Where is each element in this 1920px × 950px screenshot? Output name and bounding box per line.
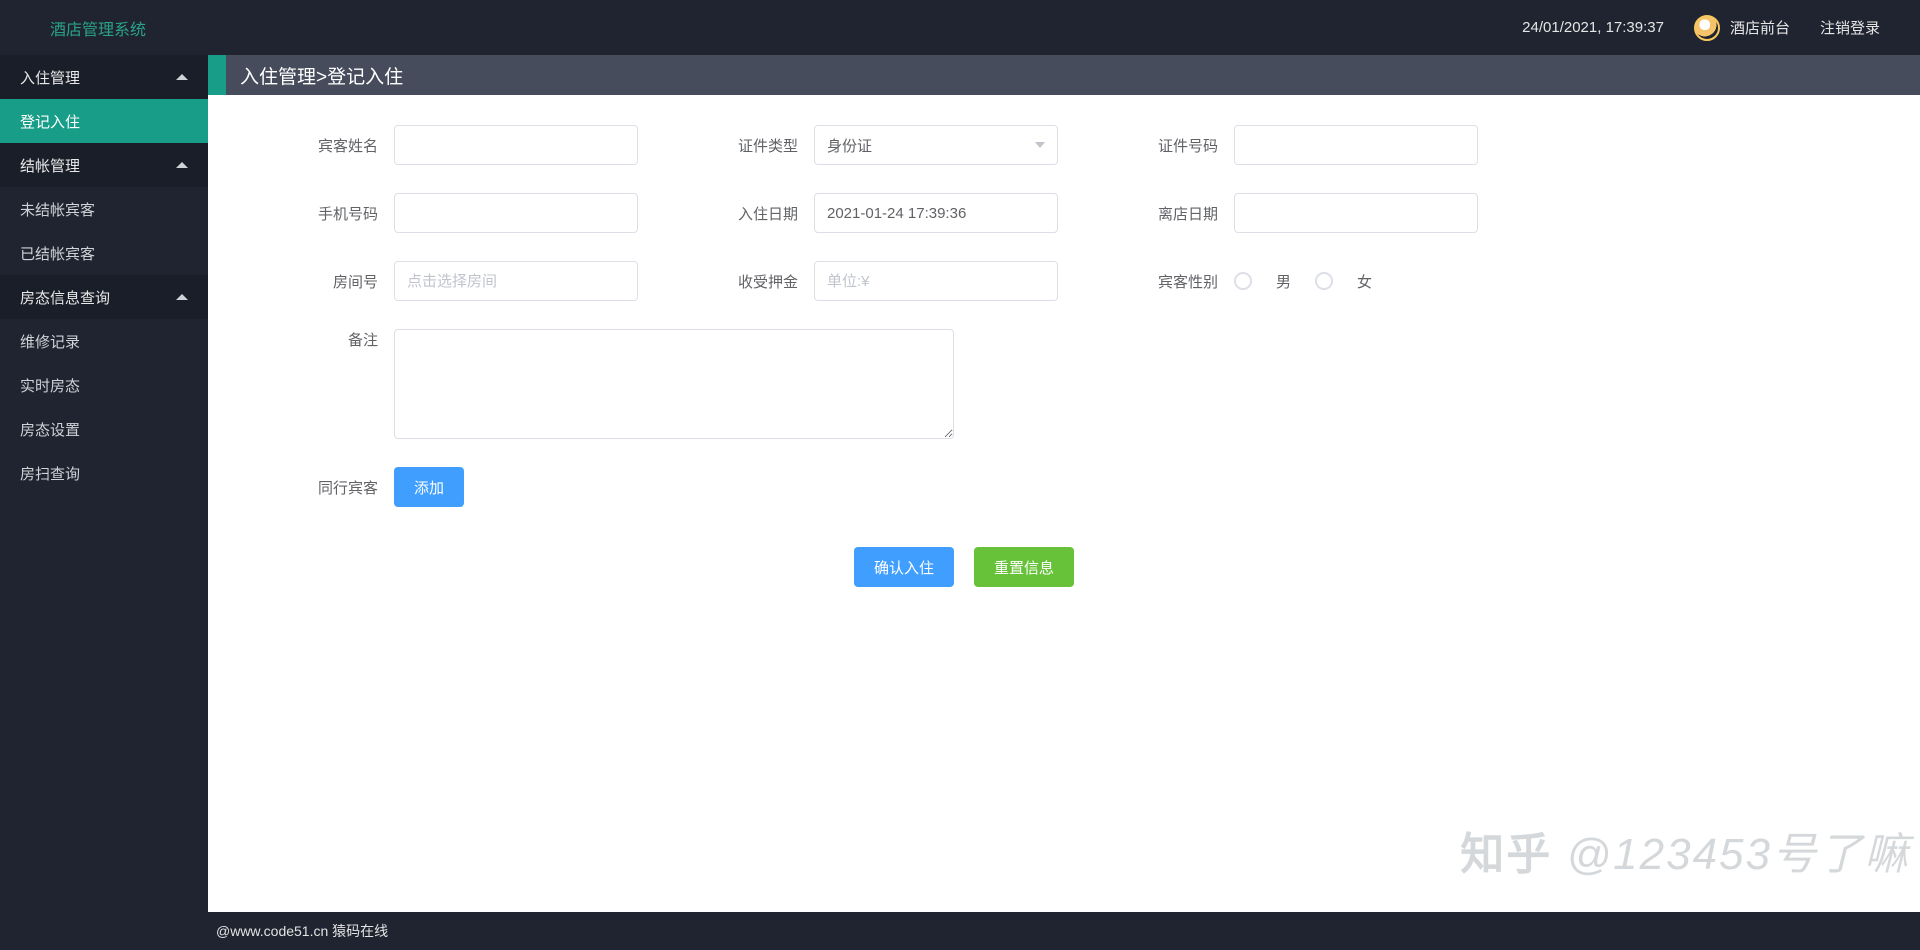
watermark-text: @123453号了嘛: [1552, 830, 1910, 879]
nav-item-status-settings[interactable]: 房态设置: [0, 407, 208, 451]
remark-textarea[interactable]: [394, 329, 954, 439]
user-chip[interactable]: 酒店前台: [1694, 15, 1790, 41]
deposit-input[interactable]: [814, 261, 1058, 301]
id-type-selected: 身份证: [827, 135, 872, 156]
nav-item-cleaning-query[interactable]: 房扫查询: [0, 451, 208, 495]
field-checkout-date: 离店日期: [1138, 193, 1478, 233]
radio-female-label: 女: [1357, 271, 1372, 292]
nav-group-checkout[interactable]: 结帐管理: [0, 143, 208, 187]
room-no-input[interactable]: [394, 261, 638, 301]
user-role: 酒店前台: [1730, 17, 1790, 38]
checkout-date-input[interactable]: [1234, 193, 1478, 233]
label-checkout-date: 离店日期: [1138, 203, 1218, 224]
label-id-number: 证件号码: [1138, 135, 1218, 156]
radio-male-label: 男: [1276, 271, 1291, 292]
chevron-up-icon: [176, 294, 188, 300]
topbar-right: 24/01/2021, 17:39:37 酒店前台 注销登录: [1522, 15, 1880, 41]
label-deposit: 收受押金: [718, 271, 798, 292]
nav-item-unsettled-guests[interactable]: 未结帐宾客: [0, 187, 208, 231]
field-gender: 宾客性别 男 女: [1138, 261, 1478, 301]
avatar-icon: [1694, 15, 1720, 41]
label-checkin-date: 入住日期: [718, 203, 798, 224]
breadcrumb: 入住管理>登记入住: [208, 55, 1920, 95]
field-room-no: 房间号: [298, 261, 638, 301]
checkin-date-input[interactable]: [814, 193, 1058, 233]
field-phone: 手机号码: [298, 193, 638, 233]
label-companion: 同行宾客: [298, 477, 378, 498]
radio-female[interactable]: [1315, 272, 1333, 290]
id-number-input[interactable]: [1234, 125, 1478, 165]
nav-item-register-checkin[interactable]: 登记入住: [0, 99, 208, 143]
label-guest-name: 宾客姓名: [298, 135, 378, 156]
form-panel: 宾客姓名 证件类型 身份证 证件号码 手机号码: [208, 95, 1920, 912]
brand-title: 酒店管理系统: [50, 16, 146, 40]
chevron-up-icon: [176, 162, 188, 168]
label-room-no: 房间号: [298, 271, 378, 292]
nav-group-label: 入住管理: [20, 67, 80, 88]
watermark: 知乎 @123453号了嘛: [1460, 818, 1910, 882]
add-companion-button[interactable]: 添加: [394, 467, 464, 507]
radio-male[interactable]: [1234, 272, 1252, 290]
field-id-type: 证件类型 身份证: [718, 125, 1058, 165]
topbar: 酒店管理系统 24/01/2021, 17:39:37 酒店前台 注销登录: [0, 0, 1920, 55]
sidebar: 入住管理 登记入住 结帐管理 未结帐宾客 已结帐宾客 房态信息查询 维修记录 实…: [0, 55, 208, 912]
logout-link[interactable]: 注销登录: [1820, 17, 1880, 38]
chevron-up-icon: [176, 74, 188, 80]
reset-button[interactable]: 重置信息: [974, 547, 1074, 587]
label-id-type: 证件类型: [718, 135, 798, 156]
field-id-number: 证件号码: [1138, 125, 1478, 165]
id-type-select[interactable]: 身份证: [814, 125, 1058, 165]
field-checkin-date: 入住日期: [718, 193, 1058, 233]
field-companion: 同行宾客 添加: [298, 467, 1478, 507]
breadcrumb-accent: [208, 55, 226, 95]
guest-name-input[interactable]: [394, 125, 638, 165]
main: 入住管理>登记入住 宾客姓名 证件类型 身份证 证件号码: [208, 55, 1920, 912]
phone-input[interactable]: [394, 193, 638, 233]
nav-group-room-status[interactable]: 房态信息查询: [0, 275, 208, 319]
field-guest-name: 宾客姓名: [298, 125, 638, 165]
nav-item-realtime-status[interactable]: 实时房态: [0, 363, 208, 407]
label-gender: 宾客性别: [1138, 271, 1218, 292]
nav-item-settled-guests[interactable]: 已结帐宾客: [0, 231, 208, 275]
nav-group-label: 房态信息查询: [20, 287, 110, 308]
field-deposit: 收受押金: [718, 261, 1058, 301]
datetime: 24/01/2021, 17:39:37: [1522, 19, 1664, 36]
label-remark: 备注: [298, 329, 378, 350]
nav-item-repair-records[interactable]: 维修记录: [0, 319, 208, 363]
nav-group-label: 结帐管理: [20, 155, 80, 176]
footer: @www.code51.cn 猿码在线: [0, 912, 1920, 950]
action-row: 确认入住 重置信息: [38, 547, 1890, 587]
watermark-prefix: 知乎: [1460, 830, 1552, 879]
nav-group-checkin[interactable]: 入住管理: [0, 55, 208, 99]
label-phone: 手机号码: [298, 203, 378, 224]
field-remark: 备注: [298, 329, 1058, 439]
chevron-down-icon: [1035, 142, 1045, 148]
confirm-checkin-button[interactable]: 确认入住: [854, 547, 954, 587]
